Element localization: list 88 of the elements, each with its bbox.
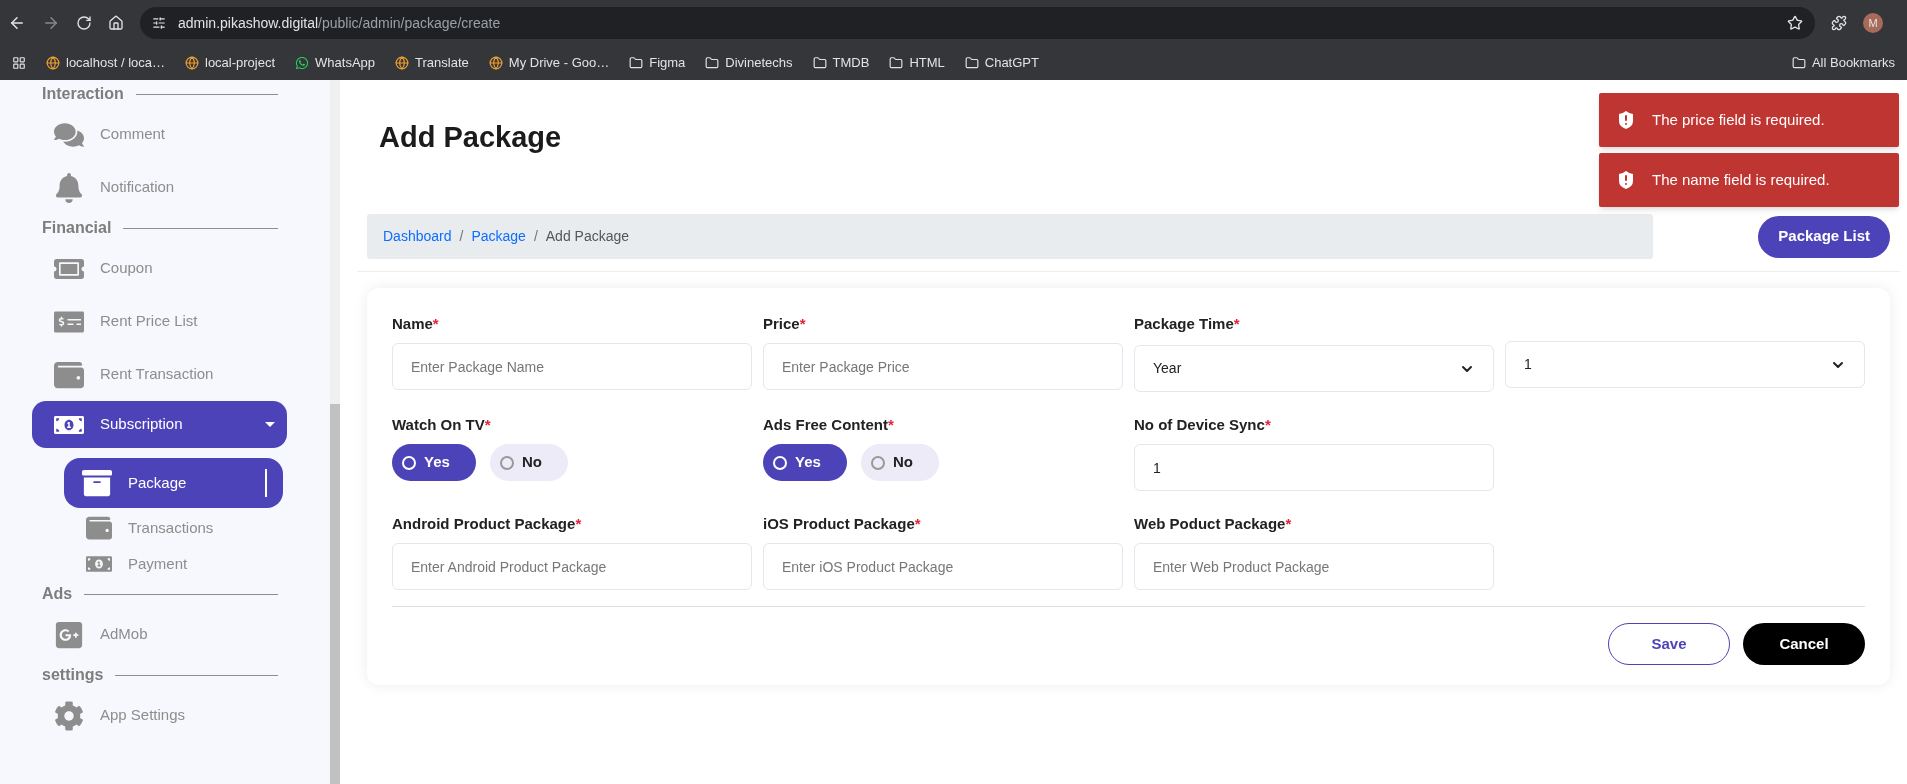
required-asterisk: * [432,315,439,332]
globe-icon [185,56,199,70]
required-asterisk: * [575,515,582,532]
breadcrumb-separator: / [533,227,538,246]
bookmark-link[interactable]: local-project [185,53,276,73]
sidebar-section-title: settings [42,665,104,685]
sidebar-section-title: Ads [42,584,73,604]
home-icon[interactable] [108,15,124,31]
folder-icon [1791,56,1806,70]
field-label: Ads Free Content* [763,415,895,434]
save-button[interactable]: Save [1608,623,1730,665]
radio-option[interactable]: No [861,444,939,481]
input-field[interactable]: Enter Android Product Package [392,543,752,590]
profile-avatar[interactable]: M [1863,13,1883,33]
field-label: iOS Product Package* [763,514,922,533]
input-field[interactable]: 1 [1134,444,1494,491]
required-asterisk: * [914,515,921,532]
address-bar[interactable]: admin.pikashow.digital/public/admin/package/create [140,7,1815,39]
field-label: Price* [763,314,807,333]
scrollbar[interactable] [330,80,340,784]
required-asterisk: * [1264,416,1271,433]
globe-icon [488,56,503,70]
select-field[interactable]: Year [1134,345,1494,392]
required-asterisk: * [484,416,491,433]
bookmark-link[interactable]: My Drive - Goo… [488,53,610,73]
all-bookmarks-link[interactable]: All Bookmarks [1791,53,1895,73]
globe-icon [46,56,60,70]
bookmark-link[interactable]: Translate [395,53,469,73]
field-label: Web Poduct Package* [1134,514,1293,533]
site-settings-icon[interactable] [152,16,166,30]
star-icon[interactable] [1787,15,1803,31]
bookmark-link[interactable]: Figma [629,53,686,73]
url-text: admin.pikashow.digital/public/admin/package/create [178,13,502,33]
folder-icon [889,56,904,70]
breadcrumb-link[interactable]: Package [471,226,526,247]
field-label: Watch On TV* [392,415,492,434]
bookmark-link[interactable]: localhost / loca… [46,53,165,73]
field-label: No of Device Sync* [1134,415,1272,434]
required-asterisk: * [799,315,806,332]
g-plus-icon [54,619,84,650]
field-label: Name* [392,314,440,333]
breadcrumb-separator: / [459,227,464,246]
input-field[interactable]: Enter Package Price [763,343,1123,390]
folder-icon [705,56,720,70]
folder-icon [629,56,644,70]
radio-option[interactable]: Yes [763,444,847,481]
required-asterisk: * [888,416,894,433]
apps-icon[interactable] [12,56,26,70]
caret-down-icon [265,422,275,427]
error-toast: The price field is required. [1599,93,1899,147]
required-asterisk: * [1233,315,1240,332]
field-label: Package Time* [1134,314,1241,333]
wallet-icon [86,515,112,541]
radio-option[interactable]: No [490,444,568,481]
gear-icon [54,700,84,731]
input-field[interactable]: Enter Web Product Package [1134,543,1494,590]
archive-box-icon [82,468,112,498]
reload-icon[interactable] [76,15,92,31]
package-list-button[interactable]: Package List [1758,215,1890,258]
forward-icon[interactable] [42,14,60,32]
input-field[interactable]: Enter Package Name [392,343,752,390]
page-title: Add Package [379,120,562,155]
field-label: Android Product Package* [392,514,583,533]
bookmark-link[interactable]: ChatGPT [964,53,1039,73]
bookmark-link[interactable]: TMDB [812,53,870,73]
extensions-icon[interactable] [1831,15,1847,31]
folder-icon [964,56,979,70]
error-toast: The name field is required. [1599,153,1899,207]
back-icon[interactable] [8,14,26,32]
sidebar-section-title: Financial [42,218,112,238]
radio-option[interactable]: Yes [392,444,476,481]
breadcrumb-current: Add Package [545,227,630,246]
sidebar-item[interactable]: Subscription [32,401,287,448]
cancel-button[interactable]: Cancel [1743,623,1865,665]
wallet-icon [54,359,84,390]
select-field[interactable]: 1 [1505,341,1865,388]
bookmark-link[interactable]: Divinetechs [705,53,793,73]
globe-icon [395,56,410,70]
bell-icon [54,172,84,203]
chat-bubble-icon [295,56,310,70]
bookmark-link[interactable]: HTML [889,53,945,73]
required-asterisk: * [1285,515,1292,532]
breadcrumb-link[interactable]: Dashboard [383,226,452,247]
input-field[interactable]: Enter iOS Product Package [763,543,1123,590]
sidebar-section-title: Interaction [42,84,124,104]
bookmark-link[interactable]: WhatsApp [295,53,376,73]
sidebar-item[interactable]: Package [64,458,283,508]
folder-icon [812,56,827,70]
